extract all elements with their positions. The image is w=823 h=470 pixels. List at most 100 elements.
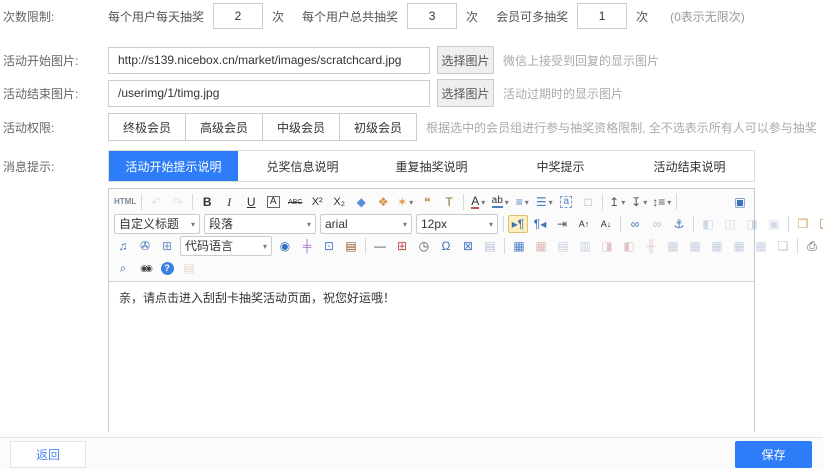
custom-title-select[interactable]: 自定义标题 <box>114 214 200 234</box>
redo-button[interactable]: ↷ <box>168 193 188 211</box>
editor-content[interactable]: 亲，请点击进入刮刮卡抽奖活动页面，祝您好运哦！ <box>109 282 754 432</box>
indent-button[interactable]: ⇥ <box>552 215 572 233</box>
member-group-label: 终极会员 <box>123 119 171 136</box>
paste-button[interactable]: ▤ <box>179 259 199 277</box>
member-group-ultimate-button[interactable]: 终极会员 <box>108 113 186 141</box>
merge-right-button[interactable]: ◨ <box>597 237 617 255</box>
merge-cells-button[interactable]: ▥ <box>575 237 595 255</box>
uppercase-button[interactable]: A↑ <box>574 215 594 233</box>
insert-row-button[interactable]: ▦ <box>663 237 683 255</box>
lowercase-button[interactable]: A↓ <box>596 215 616 233</box>
template-button[interactable]: ▤ <box>341 237 361 255</box>
back-button[interactable]: 返回 <box>10 441 86 468</box>
background-color-button[interactable]: ab <box>490 193 510 211</box>
insert-anchor-button[interactable]: ⚓ <box>669 215 689 233</box>
link-button[interactable]: ∞ <box>625 215 645 233</box>
member-extra-input[interactable] <box>577 3 627 29</box>
ordered-list-button[interactable]: ≡ <box>512 193 532 211</box>
blockquote-button[interactable]: ❝ <box>417 193 437 211</box>
start-image-pick-button[interactable]: 选择图片 <box>437 46 494 74</box>
preview-button[interactable]: ⌕ <box>113 259 133 277</box>
snapscreen-button[interactable]: ❏ <box>815 215 823 233</box>
image-float-left-button[interactable]: ◧ <box>698 215 718 233</box>
paragraph-spacing-bottom-button[interactable]: ↧ <box>629 193 649 211</box>
end-image-input[interactable] <box>108 80 430 107</box>
delete-table-button[interactable]: ▦ <box>531 237 551 255</box>
paragraph-spacing-top-button[interactable]: ↥ <box>607 193 627 211</box>
toolbar-separator <box>620 216 621 232</box>
font-color-button[interactable]: A <box>468 193 488 211</box>
page-doc-button[interactable]: ❏ <box>773 237 793 255</box>
table-title-button[interactable]: ▤ <box>553 237 573 255</box>
image-float-right-button[interactable]: ◨ <box>742 215 762 233</box>
tab-activity-end[interactable]: 活动结束说明 <box>625 151 754 181</box>
fullscreen-button[interactable]: ▣ <box>730 193 750 211</box>
italic-button[interactable]: I <box>219 193 239 211</box>
insert-table-button[interactable]: ▦ <box>509 237 529 255</box>
split-cell-button[interactable]: ╫ <box>641 237 661 255</box>
image-center-button[interactable]: ▣ <box>764 215 784 233</box>
help-button[interactable]: ? <box>157 259 177 277</box>
format-brush-button[interactable]: ❖ <box>373 193 393 211</box>
source-button[interactable]: HTML <box>113 193 137 211</box>
font-family-select[interactable]: arial <box>320 214 412 234</box>
local-save-button[interactable]: ▤ <box>480 237 500 255</box>
undo-button[interactable]: ↶ <box>146 193 166 211</box>
superscript-button[interactable]: X² <box>307 193 327 211</box>
merge-down-button[interactable]: ◧ <box>619 237 639 255</box>
attachment-button[interactable]: ✇ <box>135 237 155 255</box>
delete-col-button[interactable]: ▦ <box>729 237 749 255</box>
ltr-button[interactable]: ▸¶ <box>508 215 528 233</box>
line-height-button[interactable]: ↕≡ <box>651 193 672 211</box>
auto-typeset-button[interactable]: ✶ <box>395 193 415 211</box>
total-limit-label: 每个用户总共抽奖 <box>302 8 398 25</box>
subscript-button[interactable]: X₂ <box>329 193 349 211</box>
insert-image-button[interactable]: ❒ <box>793 215 813 233</box>
special-chars-button[interactable]: Ω <box>436 237 456 255</box>
underline-button[interactable]: U <box>241 193 261 211</box>
member-group-middle-button[interactable]: 中级会员 <box>262 113 340 141</box>
search-replace-button[interactable]: ◉◉ <box>135 259 155 277</box>
bold-button[interactable]: B <box>197 193 217 211</box>
tab-repeat-draw[interactable]: 重复抽奖说明 <box>367 151 496 181</box>
tab-win-tip[interactable]: 中奖提示 <box>496 151 625 181</box>
delete-row-button[interactable]: ▦ <box>685 237 705 255</box>
cell-border-button[interactable]: ▦ <box>751 237 771 255</box>
font-border-button[interactable]: A <box>263 193 283 211</box>
unlink-button[interactable]: ∞ <box>647 215 667 233</box>
total-limit-input[interactable] <box>407 3 457 29</box>
google-map-button[interactable]: ◉ <box>275 237 295 255</box>
date-button[interactable]: ⊞ <box>392 237 412 255</box>
unordered-list-button[interactable]: ☰ <box>534 193 554 211</box>
image-float-none-button[interactable]: ◫ <box>720 215 740 233</box>
insert-map-button[interactable]: ⊞ <box>157 237 177 255</box>
paragraph-select[interactable]: 段落 <box>204 214 316 234</box>
blank-doc-button[interactable]: □ <box>578 193 598 211</box>
tab-activity-start-tip[interactable]: 活动开始提示说明 <box>109 151 238 181</box>
insert-music-button[interactable]: ♫ <box>113 237 133 255</box>
member-group-senior-button[interactable]: 高级会员 <box>185 113 263 141</box>
strikethrough-button[interactable]: ABC <box>285 193 305 211</box>
insert-col-button[interactable]: ▦ <box>707 237 727 255</box>
start-image-input[interactable] <box>108 47 430 74</box>
font-size-select[interactable]: 12px <box>416 214 498 234</box>
message-tab-label: 重复抽奖说明 <box>395 158 467 175</box>
rtl-button[interactable]: ¶◂ <box>530 215 550 233</box>
word-image-button[interactable]: ⊠ <box>458 237 478 255</box>
print-button[interactable]: ⎙ <box>802 237 822 255</box>
code-language-select[interactable]: 代码语言 <box>180 236 272 256</box>
end-image-pick-button[interactable]: 选择图片 <box>437 79 494 107</box>
paste-plain-button[interactable]: T <box>439 193 459 211</box>
horizontal-rule-button[interactable]: — <box>370 237 390 255</box>
toolbar-separator <box>504 238 505 254</box>
tab-redeem-info[interactable]: 兑奖信息说明 <box>238 151 367 181</box>
per-day-limit-input[interactable] <box>213 3 263 29</box>
start-image-row: 活动开始图片: 选择图片 微信上接受到回复的显示图片 <box>3 46 823 74</box>
save-button[interactable]: 保存 <box>735 441 812 468</box>
anchor-button[interactable]: a <box>556 193 576 211</box>
remove-format-button[interactable]: ◆ <box>351 193 371 211</box>
pagebreak-button[interactable]: ╪ <box>297 237 317 255</box>
iframe-button[interactable]: ⊡ <box>319 237 339 255</box>
member-group-junior-button[interactable]: 初级会员 <box>339 113 417 141</box>
time-button[interactable]: ◷ <box>414 237 434 255</box>
